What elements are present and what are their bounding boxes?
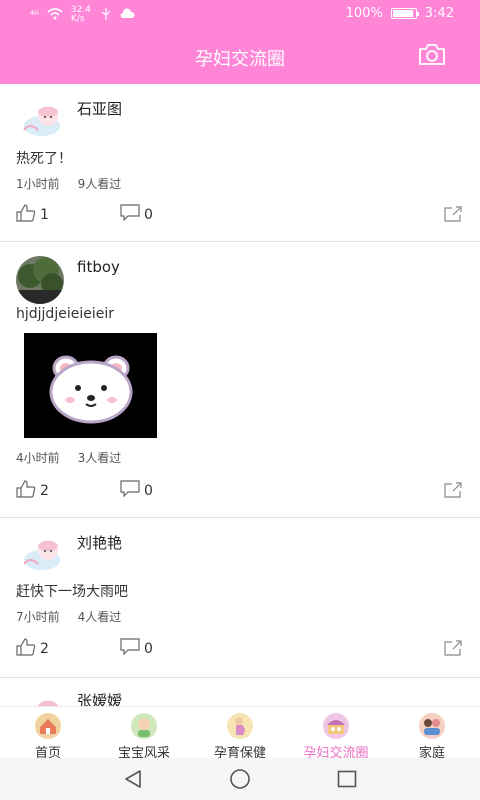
like-count: 2 [40,483,49,499]
baby-icon [131,713,157,739]
avatar[interactable] [16,690,64,706]
author-name[interactable]: 张嫒嫒 [77,690,122,706]
network-speed: 32.4 K/s [70,5,91,24]
post-time: 4小时前 [16,451,60,465]
home-icon [35,713,61,739]
bottom-tab-bar: 首页 宝宝风采 孕育保健 孕妇交流圈 家庭 [0,706,480,761]
home-circle-icon[interactable] [228,768,252,794]
recent-apps-icon[interactable] [337,770,357,792]
like-count: 2 [40,641,49,657]
post-card[interactable]: 刘艳艳 赶快下一场大雨吧 7小时前 4人看过 2 0 [0,518,480,678]
signal-icon: ⁴ᴳ [30,9,39,21]
post-meta: 4小时前 3人看过 [16,449,121,466]
view-count: 4人看过 [77,610,122,624]
post-time: 1小时前 [16,177,60,191]
comment-icon [120,638,140,659]
post-card[interactable]: fitboy hjdjjdjeieieieir 4小时前 3人看过 2 0 [0,242,480,518]
like-button[interactable]: 2 [16,638,49,660]
tab-home[interactable]: 首页 [0,707,96,761]
post-actions: 2 0 [0,480,480,504]
share-icon[interactable] [444,206,462,226]
comment-button[interactable]: 0 [120,638,153,659]
tab-pregnancy-care[interactable]: 孕育保健 [192,707,288,761]
community-icon [323,713,349,739]
like-button[interactable]: 2 [16,480,49,502]
status-right: 100% 3:42 [346,6,454,21]
cloud-icon [119,8,135,22]
comment-count: 0 [144,482,153,499]
app-bar: 孕妇交流圈 [0,30,480,84]
post-feed[interactable]: 石亚图 热死了！ 1小时前 9人看过 1 0 fitboy hjdjjdjeie… [0,84,480,706]
author-name[interactable]: 石亚图 [77,98,122,119]
camera-icon[interactable] [418,42,446,66]
comment-icon [120,204,140,225]
back-icon[interactable] [122,768,144,794]
post-actions: 1 0 [0,204,480,228]
usb-icon [101,7,111,23]
status-bar: ⁴ᴳ 32.4 K/s 100% 3:42 [0,0,480,30]
post-content: 热死了！ [16,151,72,167]
comment-count: 0 [144,640,153,657]
battery-icon [390,8,419,19]
share-icon[interactable] [444,640,462,660]
post-card[interactable]: 石亚图 热死了！ 1小时前 9人看过 1 0 [0,84,480,242]
author-name[interactable]: 刘艳艳 [77,532,122,553]
post-meta: 1小时前 9人看过 [16,175,121,192]
status-left: ⁴ᴳ 32.4 K/s [30,6,135,24]
thumbs-up-icon [16,204,36,226]
avatar[interactable] [16,530,64,578]
page-title: 孕妇交流圈 [195,49,285,70]
view-count: 9人看过 [77,177,122,191]
post-time: 7小时前 [16,610,60,624]
comment-button[interactable]: 0 [120,204,153,225]
post-content: 赶快下一场大雨吧 [16,584,128,600]
clock: 3:42 [424,6,454,21]
post-actions: 2 0 [0,638,480,662]
family-icon [419,713,445,739]
post-card[interactable]: 张嫒嫒 [0,678,480,706]
author-name[interactable]: fitboy [77,258,120,276]
post-meta: 7小时前 4人看过 [16,608,121,625]
tab-community[interactable]: 孕妇交流圈 [288,707,384,761]
comment-count: 0 [144,206,153,223]
post-content: hjdjjdjeieieieir [16,306,114,322]
battery-percent: 100% [345,6,383,21]
comment-button[interactable]: 0 [120,480,153,501]
wifi-icon [47,7,63,23]
pregnant-icon [227,713,253,739]
comment-icon [120,480,140,501]
view-count: 3人看过 [77,451,122,465]
avatar[interactable] [16,256,64,304]
tab-family[interactable]: 家庭 [384,707,480,761]
post-image[interactable] [24,333,157,438]
system-nav-bar [0,758,480,800]
avatar[interactable] [16,96,64,144]
like-count: 1 [40,207,49,223]
like-button[interactable]: 1 [16,204,49,226]
share-icon[interactable] [444,482,462,502]
tab-baby[interactable]: 宝宝风采 [96,707,192,761]
thumbs-up-icon [16,480,36,502]
thumbs-up-icon [16,638,36,660]
